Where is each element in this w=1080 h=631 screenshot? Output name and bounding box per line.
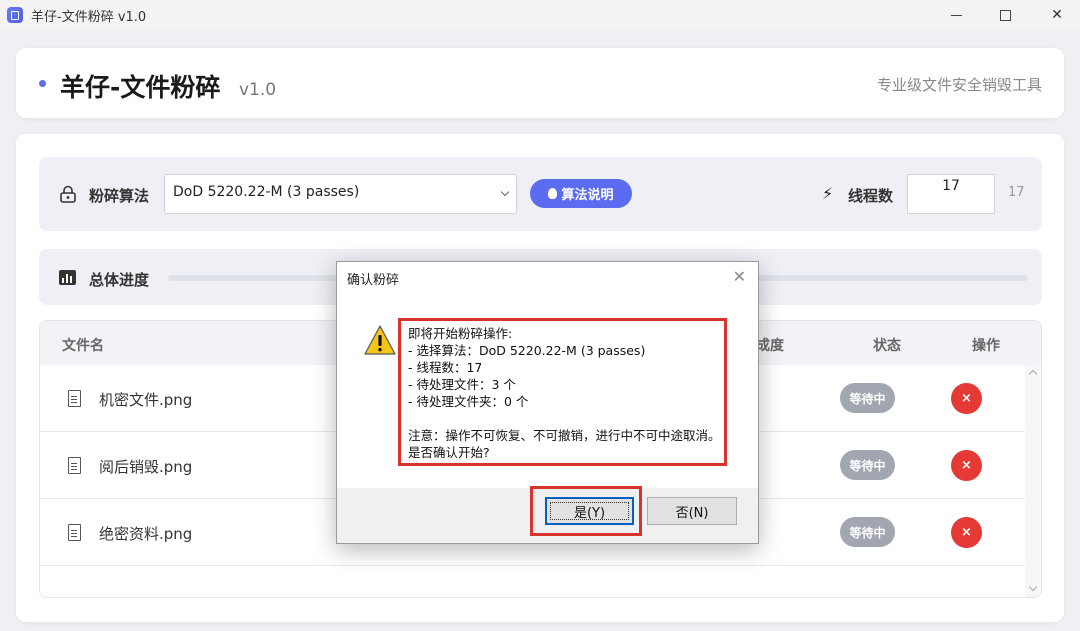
progress-label: 总体进度 — [89, 271, 150, 289]
remove-file-button[interactable]: × — [951, 450, 982, 481]
app-subtitle: 专业级文件安全销毁工具 — [876, 76, 1042, 94]
status-badge: 等待中 — [840, 517, 895, 547]
dialog-message: 即将开始粉碎操作: - 选择算法：DoD 5220.22-M (3 passes… — [398, 318, 727, 466]
thread-max-value: 17 — [1008, 185, 1025, 200]
chevron-down-icon — [500, 187, 510, 197]
warning-icon — [364, 325, 396, 355]
message-line: - 待处理文件：3 个 — [408, 377, 516, 392]
accent-dot — [39, 80, 46, 87]
scroll-up-icon[interactable] — [1028, 369, 1038, 379]
dialog-body: 即将开始粉碎操作: - 选择算法：DoD 5220.22-M (3 passes… — [337, 292, 758, 488]
file-icon — [68, 390, 81, 407]
window-title: 羊仔-文件粉碎 v1.0 — [31, 9, 147, 25]
minimize-button[interactable] — [933, 0, 979, 30]
no-button[interactable]: 否(N) — [647, 497, 737, 525]
remove-file-button[interactable]: × — [951, 517, 982, 548]
file-name: 机密文件.png — [99, 391, 193, 409]
dialog-titlebar: 确认粉碎 ✕ — [337, 262, 758, 292]
table-scrollbar[interactable] — [1025, 365, 1041, 597]
app-title: 羊仔-文件粉碎 — [60, 73, 221, 102]
thread-label: 线程数 — [848, 187, 894, 205]
file-icon — [68, 457, 81, 474]
app-icon — [7, 7, 23, 23]
status-badge: 等待中 — [840, 383, 895, 413]
message-line: 注意：操作不可恢复、不可撤销，进行中不可中途取消。 — [408, 428, 721, 443]
yes-button[interactable]: 是(Y) — [545, 497, 634, 525]
lightbulb-icon — [548, 188, 558, 199]
status-badge: 等待中 — [840, 450, 895, 480]
window-titlebar: 羊仔-文件粉碎 v1.0 ✕ — [0, 0, 1080, 30]
message-line: - 线程数：17 — [408, 360, 483, 375]
lightning-icon: ⚡︎ — [822, 184, 834, 203]
algorithm-select-value: DoD 5220.22-M (3 passes) — [173, 184, 360, 200]
algorithm-label: 粉碎算法 — [89, 187, 150, 205]
message-line: - 待处理文件夹：0 个 — [408, 394, 529, 409]
dialog-close-icon[interactable]: ✕ — [733, 267, 746, 286]
maximize-icon — [999, 9, 1011, 21]
message-line: 是否确认开始? — [408, 445, 490, 460]
dialog-footer: 是(Y) 否(N) — [337, 486, 758, 543]
minimize-icon — [950, 14, 962, 16]
lock-icon — [60, 185, 76, 203]
dialog-title: 确认粉碎 — [347, 273, 400, 288]
algorithm-help-button[interactable]: 算法说明 — [530, 179, 632, 208]
bar-chart-icon — [59, 270, 76, 285]
message-line: 即将开始粉碎操作: — [408, 326, 513, 341]
close-button[interactable]: ✕ — [1034, 0, 1080, 30]
message-line — [408, 410, 717, 427]
app-version: v1.0 — [239, 80, 277, 100]
column-header-action: 操作 — [972, 338, 1000, 354]
algorithm-help-label: 算法说明 — [561, 188, 614, 203]
algorithm-select[interactable]: DoD 5220.22-M (3 passes) — [164, 174, 517, 214]
file-icon — [68, 524, 81, 541]
column-header-progress: 成度 — [756, 338, 784, 354]
column-header-name: 文件名 — [62, 338, 104, 354]
settings-panel: 粉碎算法 DoD 5220.22-M (3 passes) 算法说明 ⚡︎ 线程… — [39, 157, 1042, 231]
column-header-status: 状态 — [873, 338, 901, 354]
confirm-dialog: 确认粉碎 ✕ 即将开始粉碎操作: - 选择算法：DoD 5220.22-M (3… — [336, 261, 759, 544]
maximize-button[interactable] — [982, 0, 1028, 30]
file-name: 阅后销毁.png — [99, 458, 193, 476]
close-icon: ✕ — [1051, 7, 1063, 23]
scroll-down-icon[interactable] — [1028, 582, 1038, 592]
message-line: - 选择算法：DoD 5220.22-M (3 passes) — [408, 343, 646, 358]
header-card: 羊仔-文件粉碎 v1.0 专业级文件安全销毁工具 — [16, 48, 1064, 118]
file-name: 绝密资料.png — [99, 525, 193, 543]
thread-count-input[interactable]: 17 — [907, 174, 995, 214]
remove-file-button[interactable]: × — [951, 383, 982, 414]
